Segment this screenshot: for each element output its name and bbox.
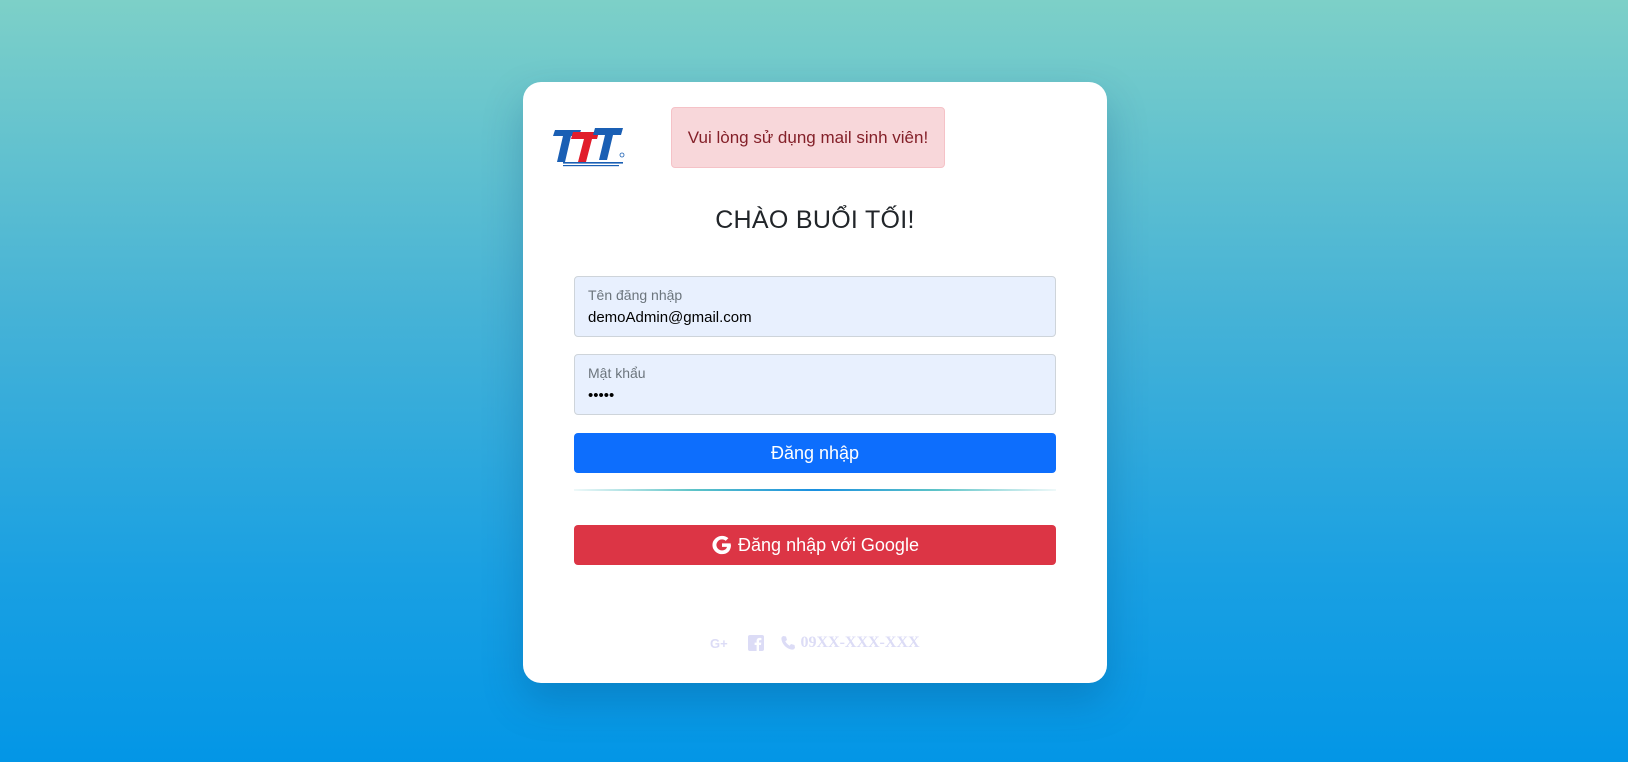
phone-contact[interactable]: 09XX-XXX-XXX xyxy=(780,634,920,652)
google-login-button[interactable]: Đăng nhập với Google xyxy=(574,525,1056,565)
login-button[interactable]: Đăng nhập xyxy=(574,433,1056,473)
password-label: Mật khẩu xyxy=(588,365,646,381)
warning-alert: Vui lòng sử dụng mail sinh viên! xyxy=(671,107,945,168)
password-field[interactable]: Mật khẩu ••••• xyxy=(574,354,1056,415)
login-card: Vui lòng sử dụng mail sinh viên! CHÀO BU… xyxy=(523,82,1107,683)
google-icon xyxy=(712,535,732,555)
login-button-label: Đăng nhập xyxy=(770,442,860,463)
username-field[interactable]: Tên đăng nhập demoAdmin@gmail.com xyxy=(574,276,1056,337)
divider xyxy=(574,489,1056,491)
username-value[interactable]: demoAdmin@gmail.com xyxy=(588,309,752,326)
footer-contacts: G+ 09XX-XXX-XXX xyxy=(523,634,1107,652)
tdt-logo xyxy=(553,128,625,167)
phone-number: 09XX-XXX-XXX xyxy=(800,634,920,651)
google-plus-icon[interactable]: G+ xyxy=(710,636,732,650)
password-value[interactable]: ••••• xyxy=(588,387,614,404)
google-button-label: Đăng nhập với Google xyxy=(738,534,919,555)
facebook-icon[interactable] xyxy=(748,635,765,651)
alert-text: Vui lòng sử dụng mail sinh viên! xyxy=(687,127,929,147)
phone-icon xyxy=(781,636,796,650)
username-label: Tên đăng nhập xyxy=(588,287,683,303)
svg-text:G+: G+ xyxy=(710,636,728,650)
page-title: CHÀO BUỔI TỐI! xyxy=(715,206,915,234)
